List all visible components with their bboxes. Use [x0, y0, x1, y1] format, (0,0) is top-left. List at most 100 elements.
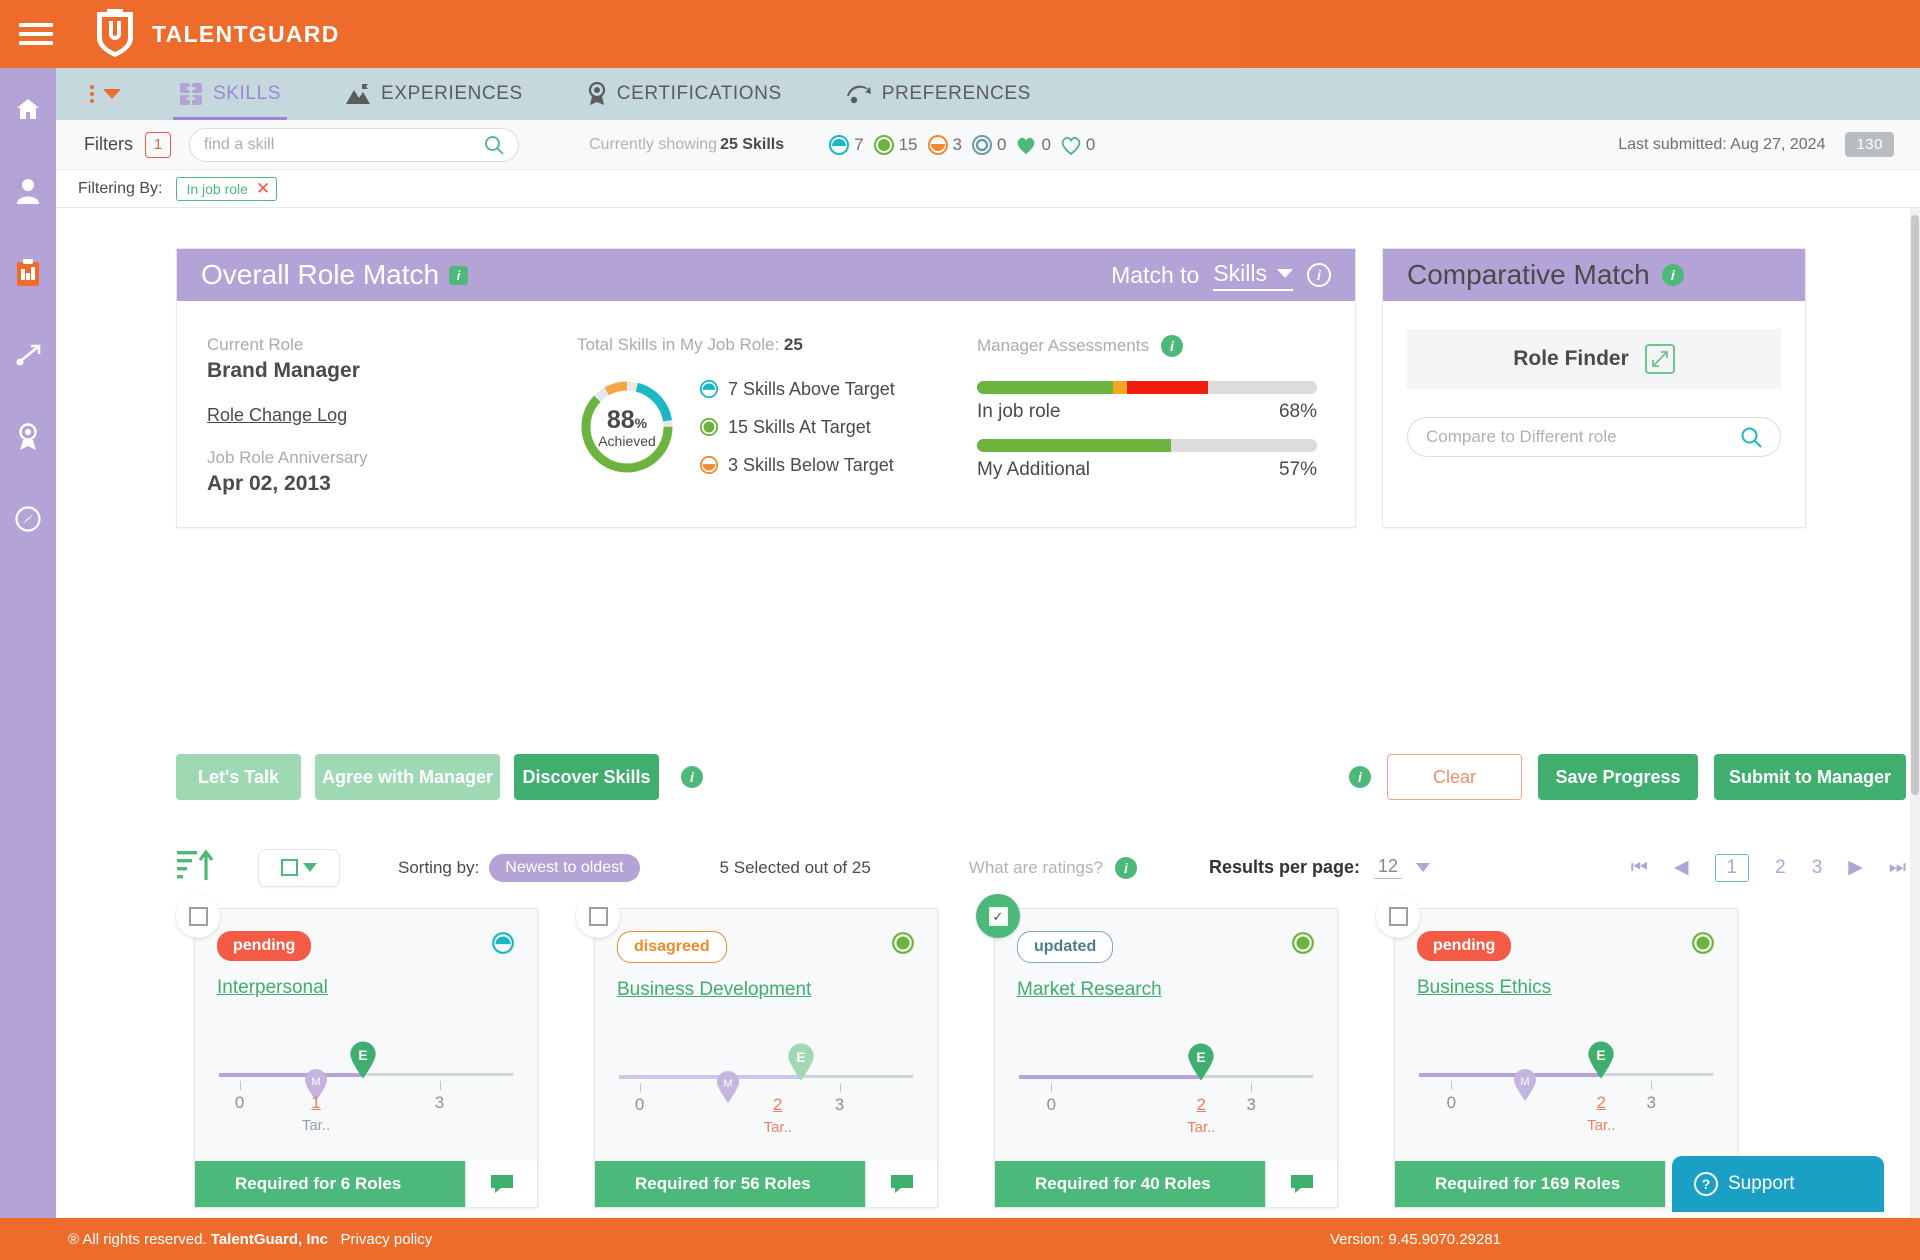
rail-development-icon[interactable]	[0, 478, 56, 560]
role-change-log-link[interactable]: Role Change Log	[207, 405, 347, 426]
clear-button[interactable]: Clear	[1387, 754, 1522, 800]
rail-home-icon[interactable]	[0, 68, 56, 150]
skill-name-link[interactable]: Market Research	[1017, 979, 1162, 1001]
nav-more-menu[interactable]	[90, 85, 121, 103]
count-below-target[interactable]: 3	[927, 134, 962, 156]
rail-assessment-icon[interactable]	[0, 232, 56, 314]
chevron-down-icon	[1277, 268, 1293, 278]
rating-slider[interactable]: M E 0 1 Tar.. 3	[219, 1041, 513, 1143]
comment-icon[interactable]	[1265, 1161, 1337, 1207]
panels-row: Overall Role Match i Match to Skills i C…	[176, 248, 1806, 528]
sorting-by-value[interactable]: Newest to oldest	[489, 853, 640, 882]
scrollbar-thumb[interactable]	[1911, 215, 1919, 795]
currently-showing: Currently showing 25 Skills	[589, 136, 784, 154]
support-widget[interactable]: ? Support	[1672, 1156, 1884, 1212]
required-for-roles[interactable]: Required for 56 Roles	[595, 1161, 865, 1207]
save-progress-button[interactable]: Save Progress	[1538, 754, 1698, 800]
count-above-target[interactable]: 7	[828, 134, 864, 156]
count-heart-filled[interactable]: 0	[1015, 134, 1051, 155]
bar-in-job-role-label: In job role	[977, 401, 1061, 422]
skill-name-link[interactable]: Business Ethics	[1417, 977, 1551, 999]
count-heart-filled-value: 0	[1041, 134, 1051, 154]
card-checkbox[interactable]	[176, 894, 220, 938]
count-heart-outline[interactable]: 0	[1060, 135, 1095, 155]
pagination-first[interactable]: ⏮	[1631, 857, 1648, 879]
privacy-policy-link[interactable]: Privacy policy	[341, 1231, 433, 1248]
scale-max-label: 3	[1646, 1093, 1656, 1112]
select-all-dropdown[interactable]	[258, 848, 340, 887]
card-checkbox[interactable]	[1376, 894, 1420, 938]
skill-card[interactable]: disagreed Business Development M E 0 2 T…	[594, 908, 938, 1208]
pagination-page-2[interactable]: 2	[1775, 857, 1786, 879]
count-at-target[interactable]: 15	[873, 134, 918, 156]
info-icon[interactable]: i	[1307, 263, 1331, 287]
info-icon[interactable]: i	[681, 766, 703, 788]
overall-role-match-header: Overall Role Match i Match to Skills i	[177, 249, 1355, 301]
what-are-ratings: What are ratings? i	[969, 856, 1137, 879]
skill-name-link[interactable]: Interpersonal	[217, 977, 328, 999]
top-bar: TALENTGUARD	[0, 0, 1240, 68]
skill-card[interactable]: updated Market Research E 0 2 Tar.. 3 Re…	[994, 908, 1338, 1208]
rail-career-path-icon[interactable]	[0, 314, 56, 396]
at-target-icon	[1291, 931, 1315, 960]
filter-chip-in-job-role[interactable]: In job role ✕	[176, 176, 278, 201]
skill-search-box[interactable]	[189, 127, 519, 162]
info-icon[interactable]: i	[1661, 264, 1684, 286]
filters-count-badge[interactable]: 1	[145, 131, 171, 158]
rail-goals-icon[interactable]	[0, 396, 56, 478]
brand-logo[interactable]: TALENTGUARD	[94, 8, 340, 60]
role-finder-button[interactable]: Role Finder	[1407, 329, 1781, 389]
tab-certifications[interactable]: CERTIFICATIONS	[581, 68, 788, 120]
search-icon	[1741, 427, 1762, 448]
compare-role-search[interactable]	[1407, 417, 1781, 457]
compare-role-input[interactable]	[1426, 427, 1732, 447]
skill-name-link[interactable]: Business Development	[617, 979, 811, 1001]
pagination-last[interactable]: ⏭	[1889, 857, 1906, 879]
close-icon[interactable]: ✕	[256, 180, 270, 197]
target-sublabel: Tar..	[1587, 1117, 1616, 1134]
bar-in-job-role	[977, 381, 1317, 394]
tab-preferences[interactable]: PREFERENCES	[840, 68, 1037, 120]
count-no-rating[interactable]: 0	[971, 134, 1006, 156]
info-icon[interactable]: i	[1114, 856, 1137, 879]
pagination-next[interactable]: ▶	[1848, 856, 1863, 879]
results-per-page-value[interactable]: 12	[1374, 856, 1403, 879]
submit-to-manager-button[interactable]: Submit to Manager	[1714, 754, 1906, 800]
rating-counts: 7 15 3 0 0 0	[828, 134, 1095, 156]
info-icon[interactable]: i	[1349, 766, 1371, 788]
discover-skills-button[interactable]: Discover Skills	[514, 754, 659, 800]
pagination-prev[interactable]: ◀	[1674, 856, 1689, 879]
slider-fill	[219, 1073, 364, 1077]
info-icon[interactable]: i	[449, 265, 469, 285]
comment-icon[interactable]	[465, 1161, 537, 1207]
tab-skills[interactable]: SKILLS	[173, 68, 288, 120]
rating-slider[interactable]: E 0 2 Tar.. 3	[1019, 1043, 1313, 1145]
manager-assessment-bars: In job role 68% My Additional 57%	[977, 381, 1317, 481]
rail-profile-icon[interactable]	[0, 150, 56, 232]
rating-slider[interactable]: M E 0 2 Tar.. 3	[619, 1043, 913, 1145]
skill-card[interactable]: pending Interpersonal M E 0 1 Tar.. 3 Re…	[194, 908, 538, 1208]
info-icon[interactable]: i	[1160, 335, 1183, 357]
target-sublabel: Tar..	[763, 1119, 792, 1136]
svg-text:E: E	[1197, 1049, 1206, 1065]
search-input[interactable]	[204, 135, 476, 154]
hamburger-menu-icon[interactable]	[8, 23, 64, 45]
pagination-page-3[interactable]: 3	[1812, 857, 1823, 879]
card-checkbox[interactable]	[976, 894, 1020, 938]
match-to-select[interactable]: Skills	[1213, 260, 1293, 291]
pagination-page-1[interactable]: 1	[1714, 853, 1750, 882]
below-target-icon	[699, 455, 719, 475]
rating-slider[interactable]: M E 0 2 Tar.. 3	[1419, 1041, 1713, 1143]
comment-icon[interactable]	[865, 1161, 937, 1207]
required-for-roles[interactable]: Required for 40 Roles	[995, 1161, 1265, 1207]
required-for-roles[interactable]: Required for 6 Roles	[195, 1161, 465, 1207]
agree-with-manager-button[interactable]: Agree with Manager	[315, 754, 500, 800]
footer-copyright: ® All rights reserved.	[68, 1230, 207, 1248]
status-badge: 130	[1845, 132, 1894, 157]
chevron-down-icon[interactable]	[1416, 863, 1431, 872]
required-for-roles[interactable]: Required for 169 Roles	[1395, 1161, 1665, 1207]
tab-experiences[interactable]: EXPERIENCES	[339, 68, 529, 120]
card-checkbox[interactable]	[576, 894, 620, 938]
sort-ascending-icon[interactable]	[176, 848, 216, 887]
lets-talk-button[interactable]: Let's Talk	[176, 754, 301, 800]
